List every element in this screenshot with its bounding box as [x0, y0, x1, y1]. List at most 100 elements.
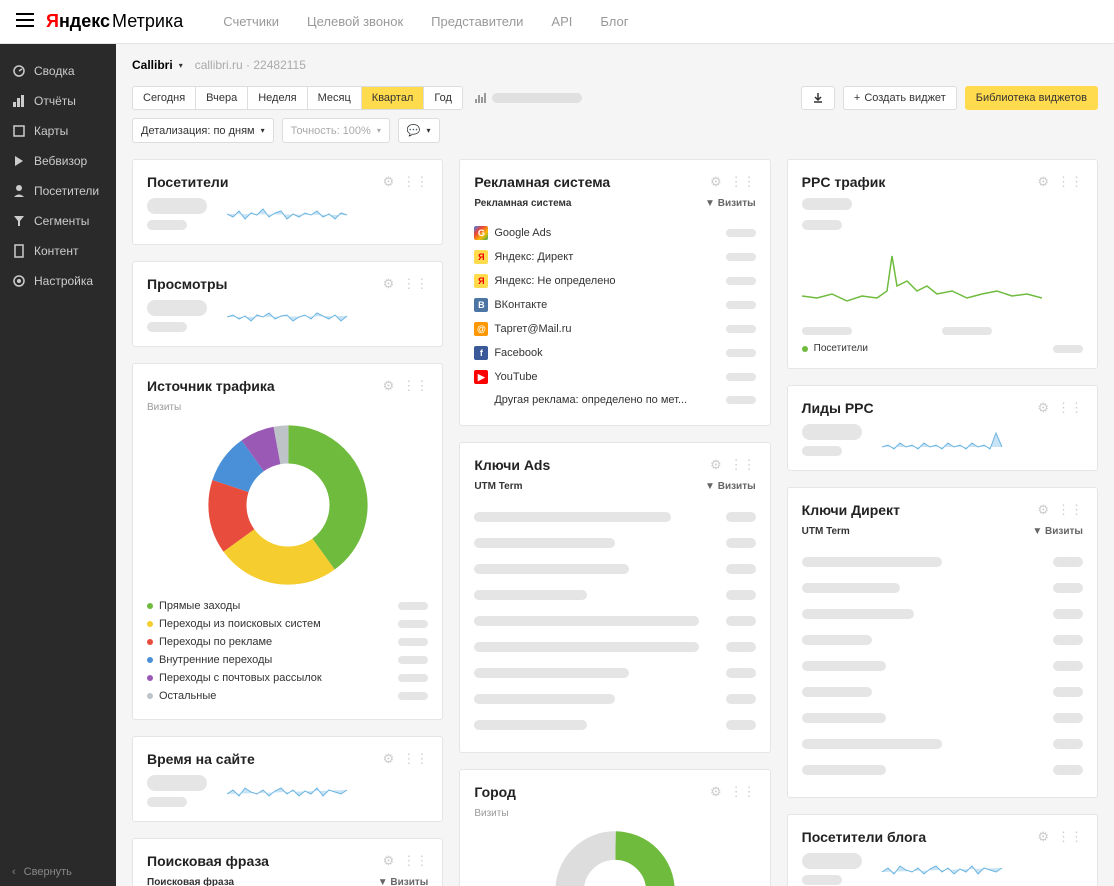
export-button[interactable] — [801, 86, 835, 110]
gear-icon[interactable]: ⚙ — [383, 751, 395, 767]
col-header[interactable]: ▼ Визиты — [1032, 526, 1083, 537]
drag-icon[interactable]: ⋮⋮ — [1057, 502, 1083, 518]
nav-counters[interactable]: Счетчики — [223, 14, 279, 29]
legend-row[interactable]: Переходы из поисковых систем — [147, 615, 428, 633]
ad-val — [726, 277, 756, 285]
table-row[interactable]: fFacebook — [474, 341, 755, 365]
legend-dot-icon — [147, 603, 153, 609]
col-header[interactable]: ▼ Визиты — [705, 198, 756, 209]
legend-val — [398, 674, 428, 682]
gear-icon[interactable]: ⚙ — [383, 378, 395, 394]
gear-icon[interactable]: ⚙ — [1037, 829, 1049, 845]
legend-row[interactable]: Внутренние переходы — [147, 651, 428, 669]
drag-icon[interactable]: ⋮⋮ — [730, 457, 756, 473]
table-row[interactable]: ЯЯндекс: Не определено — [474, 269, 755, 293]
gear-icon[interactable]: ⚙ — [710, 174, 722, 190]
table-row[interactable] — [802, 575, 1083, 601]
nav-representatives[interactable]: Представители — [431, 14, 523, 29]
detail-select[interactable]: Детализация: по дням▾ — [132, 118, 274, 143]
create-widget-button[interactable]: +Создать виджет — [843, 86, 957, 110]
table-row[interactable] — [474, 686, 755, 712]
legend-row[interactable]: Переходы по рекламе — [147, 633, 428, 651]
legend-row[interactable]: Прямые заходы — [147, 597, 428, 615]
drag-icon[interactable]: ⋮⋮ — [402, 751, 428, 767]
gear-icon[interactable]: ⚙ — [383, 174, 395, 190]
accuracy-select[interactable]: Точность: 100%▾ — [282, 118, 390, 143]
drag-icon[interactable]: ⋮⋮ — [730, 174, 756, 190]
drag-icon[interactable]: ⋮⋮ — [402, 378, 428, 394]
breadcrumb-main[interactable]: Callibri — [132, 58, 173, 72]
tab-today[interactable]: Сегодня — [133, 87, 196, 109]
table-row[interactable]: Другая реклама: определено по мет... — [474, 389, 755, 411]
table-row[interactable] — [802, 653, 1083, 679]
table-row[interactable]: BВКонтакте — [474, 293, 755, 317]
table-row[interactable] — [802, 549, 1083, 575]
legend-val — [398, 692, 428, 700]
drag-icon[interactable]: ⋮⋮ — [402, 276, 428, 292]
sidebar-item-webvisor[interactable]: Вебвизор — [0, 146, 116, 176]
table-row[interactable] — [474, 660, 755, 686]
table-row[interactable] — [474, 504, 755, 530]
nav-api[interactable]: API — [551, 14, 572, 29]
sidebar-item-reports[interactable]: Отчёты — [0, 86, 116, 116]
nav-target-call[interactable]: Целевой звонок — [307, 14, 403, 29]
table-row[interactable]: ▶YouTube — [474, 365, 755, 389]
ad-val — [726, 349, 756, 357]
gear-icon[interactable]: ⚙ — [1037, 400, 1049, 416]
legend-row[interactable]: Остальные — [147, 687, 428, 705]
gear-icon[interactable]: ⚙ — [710, 784, 722, 800]
table-row[interactable]: GGoogle Ads — [474, 221, 755, 245]
chevron-down-icon[interactable]: ▾ — [179, 61, 183, 70]
legend-dot-icon — [147, 657, 153, 663]
topbar: Яндекс Метрика Счетчики Целевой звонок П… — [0, 0, 1114, 44]
table-row[interactable]: @Таргет@Mail.ru — [474, 317, 755, 341]
sidebar-item-visitors[interactable]: Посетители — [0, 176, 116, 206]
table-row[interactable]: ЯЯндекс: Директ — [474, 245, 755, 269]
table-row[interactable] — [802, 757, 1083, 783]
gear-icon[interactable]: ⚙ — [1037, 174, 1049, 190]
legend-row[interactable]: Переходы с почтовых рассылок — [147, 669, 428, 687]
tab-yesterday[interactable]: Вчера — [196, 87, 248, 109]
drag-icon[interactable]: ⋮⋮ — [1057, 400, 1083, 416]
gear-icon[interactable]: ⚙ — [710, 457, 722, 473]
tab-month[interactable]: Месяц — [308, 87, 362, 109]
table-row[interactable] — [474, 530, 755, 556]
drag-icon[interactable]: ⋮⋮ — [1057, 174, 1083, 190]
tab-quarter[interactable]: Квартал — [362, 87, 425, 109]
sidebar-collapse[interactable]: ‹Свернуть — [12, 866, 72, 878]
tab-year[interactable]: Год — [424, 87, 462, 109]
table-row[interactable] — [474, 712, 755, 738]
gear-icon[interactable]: ⚙ — [383, 276, 395, 292]
sidebar-item-summary[interactable]: Сводка — [0, 56, 116, 86]
table-row[interactable] — [802, 705, 1083, 731]
table-row[interactable] — [474, 556, 755, 582]
table-row[interactable] — [802, 601, 1083, 627]
stat-sub — [147, 797, 187, 807]
drag-icon[interactable]: ⋮⋮ — [730, 784, 756, 800]
col-header[interactable]: ▼ Визиты — [378, 877, 429, 886]
sidebar-item-content[interactable]: Контент — [0, 236, 116, 266]
drag-icon[interactable]: ⋮⋮ — [1057, 829, 1083, 845]
table-row[interactable] — [474, 582, 755, 608]
sidebar-item-settings[interactable]: Настройка — [0, 266, 116, 296]
drag-icon[interactable]: ⋮⋮ — [402, 853, 428, 869]
sidebar-item-maps[interactable]: Карты — [0, 116, 116, 146]
table-row[interactable] — [474, 608, 755, 634]
sidebar-item-segments[interactable]: Сегменты — [0, 206, 116, 236]
col-header[interactable]: ▼ Визиты — [705, 481, 756, 492]
widget-library-button[interactable]: Библиотека виджетов — [965, 86, 1098, 110]
table-row[interactable] — [802, 627, 1083, 653]
gear-icon[interactable]: ⚙ — [383, 853, 395, 869]
hamburger-icon[interactable] — [16, 13, 34, 30]
gear-icon[interactable]: ⚙ — [1037, 502, 1049, 518]
table-row[interactable] — [474, 634, 755, 660]
scale-control[interactable] — [475, 93, 582, 103]
logo[interactable]: Яндекс Метрика — [46, 11, 183, 32]
table-row[interactable] — [802, 731, 1083, 757]
drag-icon[interactable]: ⋮⋮ — [402, 174, 428, 190]
comment-button[interactable]: 💬▾ — [398, 118, 440, 143]
sidebar-label: Посетители — [34, 184, 99, 198]
nav-blog[interactable]: Блог — [600, 14, 628, 29]
tab-week[interactable]: Неделя — [248, 87, 307, 109]
table-row[interactable] — [802, 679, 1083, 705]
